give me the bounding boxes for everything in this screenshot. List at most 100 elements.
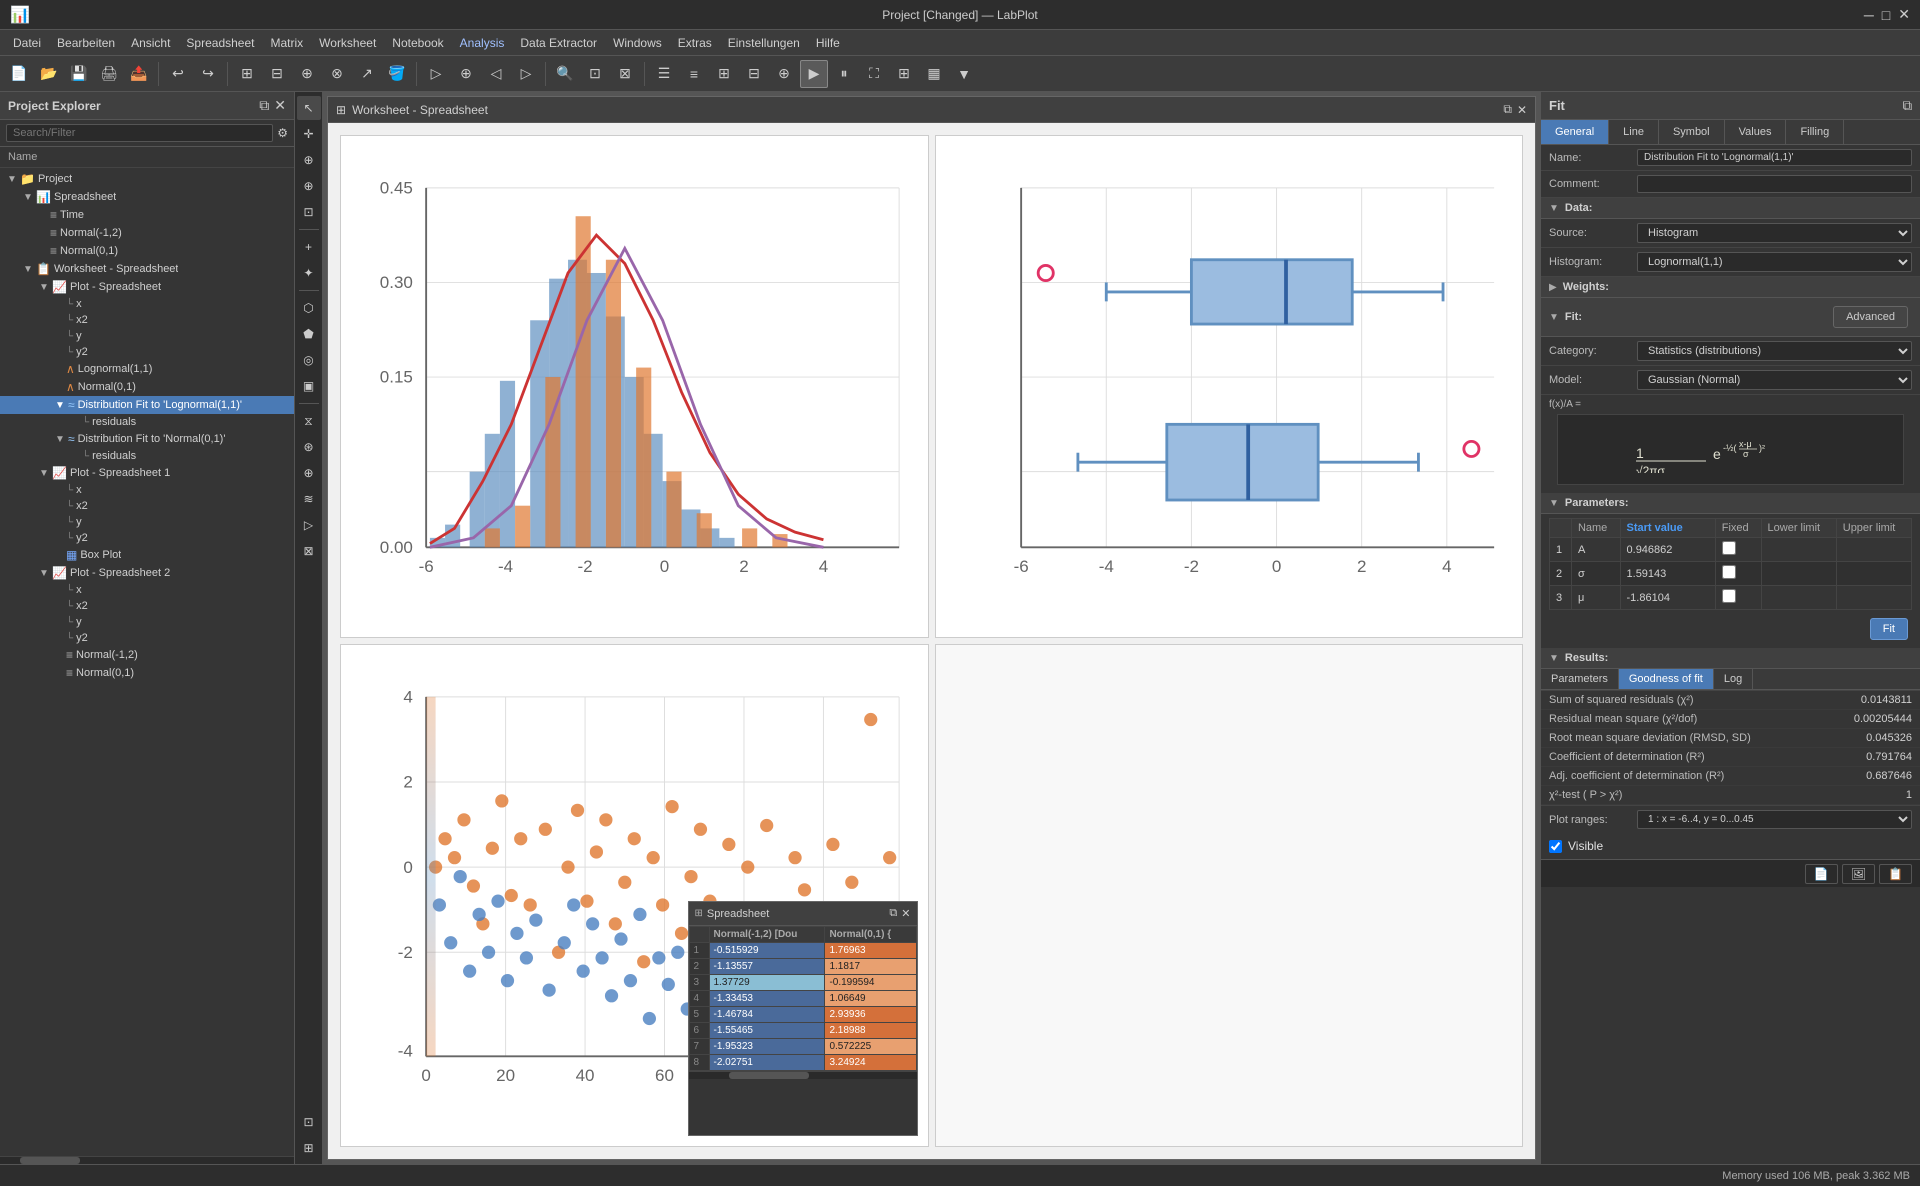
- select-tool[interactable]: ⊡: [297, 200, 321, 224]
- table-row[interactable]: 2 -1.13557 1.1817: [689, 959, 916, 975]
- menu-windows[interactable]: Windows: [605, 34, 670, 52]
- ss-scrollbar[interactable]: [689, 1071, 917, 1079]
- table-row[interactable]: 5 -1.46784 2.93936: [689, 1007, 916, 1023]
- name-input[interactable]: [1637, 149, 1912, 166]
- ws-close-btn[interactable]: ✕: [1517, 102, 1527, 117]
- save-btn[interactable]: 💾: [65, 60, 93, 88]
- export-btn[interactable]: 📤: [125, 60, 153, 88]
- tb4[interactable]: ⊗: [323, 60, 351, 88]
- category-select[interactable]: Statistics (distributions): [1637, 341, 1912, 361]
- parameters-section-header[interactable]: ▼ Parameters:: [1541, 493, 1920, 514]
- open-btn[interactable]: 📂: [35, 60, 63, 88]
- tb6[interactable]: 🪣: [383, 60, 411, 88]
- tree-item-dist-fit-lognormal[interactable]: ▼ ≈ Distribution Fit to 'Lognormal(1,1)': [0, 396, 294, 414]
- tool16[interactable]: ▷: [297, 513, 321, 537]
- tree-item-residuals1[interactable]: └ residuals: [0, 414, 294, 430]
- data-section-header[interactable]: ▼ Data:: [1541, 198, 1920, 219]
- menu-matrix[interactable]: Matrix: [262, 34, 311, 52]
- menu-hilfe[interactable]: Hilfe: [808, 34, 848, 52]
- ws-expand-btn[interactable]: ⧉: [1503, 102, 1512, 117]
- tool14[interactable]: ⊕: [297, 461, 321, 485]
- minimize-button[interactable]: ─: [1864, 6, 1874, 23]
- new-btn[interactable]: 📄: [5, 60, 33, 88]
- tree-item-plot-spreadsheet-2[interactable]: ▼ 📈 Plot - Spreadsheet 2: [0, 564, 294, 582]
- table-row[interactable]: 4 -1.33453 1.06649: [689, 991, 916, 1007]
- tab-values[interactable]: Values: [1725, 120, 1787, 144]
- results-tab-log[interactable]: Log: [1714, 669, 1753, 689]
- panel-float-btn[interactable]: ⧉: [259, 97, 269, 114]
- tool8[interactable]: ⬡: [297, 296, 321, 320]
- tree-item-x2b[interactable]: └ x2: [0, 498, 294, 514]
- menu-ansicht[interactable]: Ansicht: [123, 34, 178, 52]
- tb11[interactable]: ⊡: [581, 60, 609, 88]
- zoom-tool[interactable]: ⊕: [297, 148, 321, 172]
- table-row[interactable]: 7 -1.95323 0.572225: [689, 1039, 916, 1055]
- tb7[interactable]: ▷: [422, 60, 450, 88]
- nav-tool[interactable]: ⊕: [297, 174, 321, 198]
- tree-item-normal-1-2b[interactable]: ≡ Normal(-1,2): [0, 646, 294, 664]
- tree-item-plot-spreadsheet[interactable]: ▼ 📈 Plot - Spreadsheet: [0, 278, 294, 296]
- pointer-tool[interactable]: ↖: [297, 96, 321, 120]
- tree-item-normal-0-1[interactable]: ≡ Normal(0,1): [0, 242, 294, 260]
- tree-item-y2c[interactable]: └ y2: [0, 630, 294, 646]
- menu-analysis[interactable]: Analysis: [452, 34, 513, 52]
- advanced-button[interactable]: Advanced: [1833, 306, 1908, 328]
- tb2[interactable]: ⊟: [263, 60, 291, 88]
- zoom-btn[interactable]: 🔍: [551, 60, 579, 88]
- dropdown-btn[interactable]: ▼: [950, 60, 978, 88]
- table-row[interactable]: 3 1.37729 -0.199594: [689, 975, 916, 991]
- plot-ranges-select[interactable]: 1 : x = -6..4, y = 0...0.45: [1637, 810, 1912, 829]
- tb9[interactable]: ◁: [482, 60, 510, 88]
- tree-item-worksheet-spreadsheet[interactable]: ▼ 📋 Worksheet - Spreadsheet: [0, 260, 294, 278]
- tool7[interactable]: ✦: [297, 261, 321, 285]
- print-btn[interactable]: 🖨: [95, 60, 123, 88]
- menu-data-extractor[interactable]: Data Extractor: [512, 34, 605, 52]
- fit-section-header[interactable]: ▼ Fit: Advanced: [1541, 298, 1920, 337]
- histogram-select[interactable]: Lognormal(1,1): [1637, 252, 1912, 272]
- tb14[interactable]: ≡: [680, 60, 708, 88]
- tree-item-x1[interactable]: └ x: [0, 296, 294, 312]
- tool11[interactable]: ▣: [297, 374, 321, 398]
- export-img-btn[interactable]: 🖼: [1842, 864, 1875, 884]
- source-select[interactable]: Histogram: [1637, 223, 1912, 243]
- tab-filling[interactable]: Filling: [1786, 120, 1844, 144]
- tool19[interactable]: ⊞: [297, 1136, 321, 1160]
- visible-checkbox[interactable]: [1549, 840, 1562, 853]
- cursor-btn[interactable]: ▶: [800, 60, 828, 88]
- tool15[interactable]: ≋: [297, 487, 321, 511]
- tree-item-normal-0-1b[interactable]: ≡ Normal(0,1): [0, 664, 294, 682]
- tool12[interactable]: ⧖: [297, 409, 321, 433]
- export-pdf-btn[interactable]: 📄: [1805, 864, 1838, 884]
- tool6[interactable]: +: [297, 235, 321, 259]
- param-value-3[interactable]: [1620, 586, 1715, 610]
- results-tab-parameters[interactable]: Parameters: [1541, 669, 1619, 689]
- tb15[interactable]: ⊞: [710, 60, 738, 88]
- tree-item-residuals2[interactable]: └ residuals: [0, 448, 294, 464]
- boxplot-plot[interactable]: -6 -4 -2 0 2 4: [935, 135, 1524, 638]
- tb18[interactable]: ⏸: [830, 60, 858, 88]
- table-row[interactable]: 1 -0.515929 1.76963: [689, 943, 916, 959]
- scrollbar-bottom[interactable]: [0, 1156, 294, 1164]
- table-row[interactable]: 8 -2.02751 3.24924: [689, 1055, 916, 1071]
- histogram-plot[interactable]: 0.45 0.30 0.15 0.00 -6 -4 -2 0 2 4: [340, 135, 929, 638]
- redo-btn[interactable]: ↪: [194, 60, 222, 88]
- menu-spreadsheet[interactable]: Spreadsheet: [178, 34, 262, 52]
- scatter-plot[interactable]: 4 2 0 -2 -4 0 20 40 60 80 100: [340, 644, 929, 1147]
- menu-einstellungen[interactable]: Einstellungen: [720, 34, 808, 52]
- tb10[interactable]: ▷: [512, 60, 540, 88]
- tree-item-lognormal[interactable]: ∧ Lognormal(1,1): [0, 360, 294, 378]
- tb8[interactable]: ⊕: [452, 60, 480, 88]
- tool9[interactable]: ⬟: [297, 322, 321, 346]
- close-button[interactable]: ✕: [1898, 6, 1910, 23]
- filter-btn[interactable]: ⚙: [277, 126, 288, 140]
- panel-close-btn[interactable]: ✕: [274, 97, 286, 114]
- tb1[interactable]: ⊞: [233, 60, 261, 88]
- tb21[interactable]: ▦: [920, 60, 948, 88]
- tool10[interactable]: ◎: [297, 348, 321, 372]
- tree-item-y2b[interactable]: └ y2: [0, 530, 294, 546]
- ss-expand-btn[interactable]: ⧉: [889, 907, 897, 920]
- results-section-header[interactable]: ▼ Results:: [1541, 648, 1920, 669]
- menu-notebook[interactable]: Notebook: [384, 34, 451, 52]
- model-select[interactable]: Gaussian (Normal): [1637, 370, 1912, 390]
- tab-general[interactable]: General: [1541, 120, 1609, 144]
